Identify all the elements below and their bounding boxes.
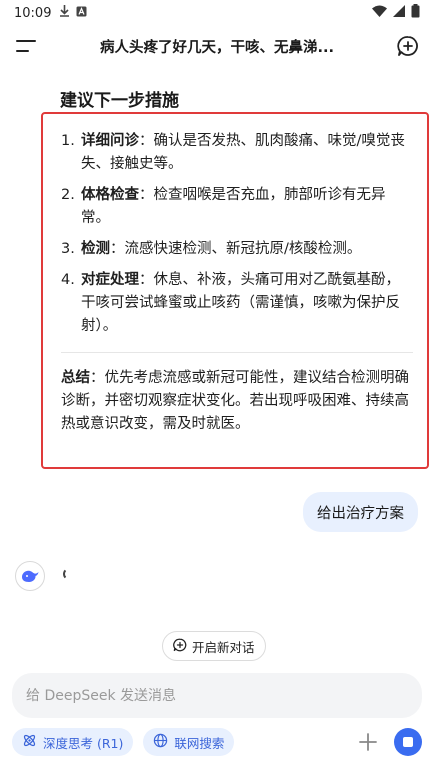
conversation-title: 病人头疼了好几天，干咳、无鼻涕... xyxy=(99,39,335,56)
notification-a-icon xyxy=(76,6,87,21)
step-item: 1. 详细问诊：确认是否发热、肌肉酸痛、味觉/嗅觉丧失、接触史等。 xyxy=(61,130,413,176)
stop-icon xyxy=(403,737,413,747)
step-item: 2. 体格检查：检查咽喉是否充血，肺部听诊有无异常。 xyxy=(61,184,413,230)
step-number: 4. xyxy=(61,272,75,288)
status-bar: 10:09 xyxy=(0,0,434,26)
stop-generation-button[interactable] xyxy=(394,728,422,756)
message-input-container xyxy=(12,673,422,718)
step-number: 3. xyxy=(61,241,75,257)
message-input[interactable] xyxy=(26,687,408,704)
bottom-toolbar: 深度思考 (R1) 联网搜索 xyxy=(12,728,422,756)
web-search-label: 联网搜索 xyxy=(174,735,225,751)
atom-icon xyxy=(22,733,37,751)
step-text: ：流感快速检测、新冠抗原/核酸检测。 xyxy=(110,241,362,257)
answer-highlight-box: 1. 详细问诊：确认是否发热、肌肉酸痛、味觉/嗅觉丧失、接触史等。 2. 体格检… xyxy=(41,112,429,469)
step-number: 2. xyxy=(61,187,75,203)
wifi-icon xyxy=(372,5,387,21)
step-label: 详细问诊 xyxy=(81,133,139,149)
divider xyxy=(61,352,413,353)
summary: 总结：优先考虑流感或新冠可能性，建议结合检测明确诊断，并密切观察症状变化。若出现… xyxy=(61,367,413,436)
web-search-button[interactable]: 联网搜索 xyxy=(143,728,235,756)
menu-icon[interactable] xyxy=(12,32,40,60)
loading-spinner-icon xyxy=(63,568,75,580)
step-label: 检测 xyxy=(81,241,110,257)
step-label: 体格检查 xyxy=(81,187,139,203)
step-item: 3. 检测：流感快速检测、新冠抗原/核酸检测。 xyxy=(61,238,413,261)
new-chat-button[interactable]: 开启新对话 xyxy=(162,631,266,661)
globe-icon xyxy=(153,733,168,751)
deep-think-label: 深度思考 (R1) xyxy=(43,735,124,751)
step-item: 4. 对症处理：休息、补液，头痛可用对乙酰氨基酚，干咳可尝试蜂蜜或止咳药（需谨慎… xyxy=(61,269,413,338)
new-chat-icon[interactable] xyxy=(394,32,422,60)
download-icon xyxy=(59,5,70,21)
signal-icon xyxy=(393,5,405,21)
step-label: 对症处理 xyxy=(81,272,139,288)
section-title: 建议下一步措施 xyxy=(60,91,179,111)
add-attachment-icon[interactable] xyxy=(356,730,380,754)
deepseek-whale-icon xyxy=(15,561,45,591)
summary-text: ：优先考虑流感或新冠可能性，建议结合检测明确诊断，并密切观察症状变化。若出现呼吸… xyxy=(61,370,409,432)
deep-think-button[interactable]: 深度思考 (R1) xyxy=(12,728,134,756)
user-message-bubble: 给出治疗方案 xyxy=(303,492,418,532)
new-chat-label: 开启新对话 xyxy=(192,639,255,655)
status-time: 10:09 xyxy=(14,5,52,21)
summary-label: 总结 xyxy=(61,370,90,386)
new-chat-icon xyxy=(173,638,187,655)
step-number: 1. xyxy=(61,133,75,149)
top-bar: 病人头疼了好几天，干咳、无鼻涕... xyxy=(0,26,434,66)
battery-icon xyxy=(411,4,420,22)
